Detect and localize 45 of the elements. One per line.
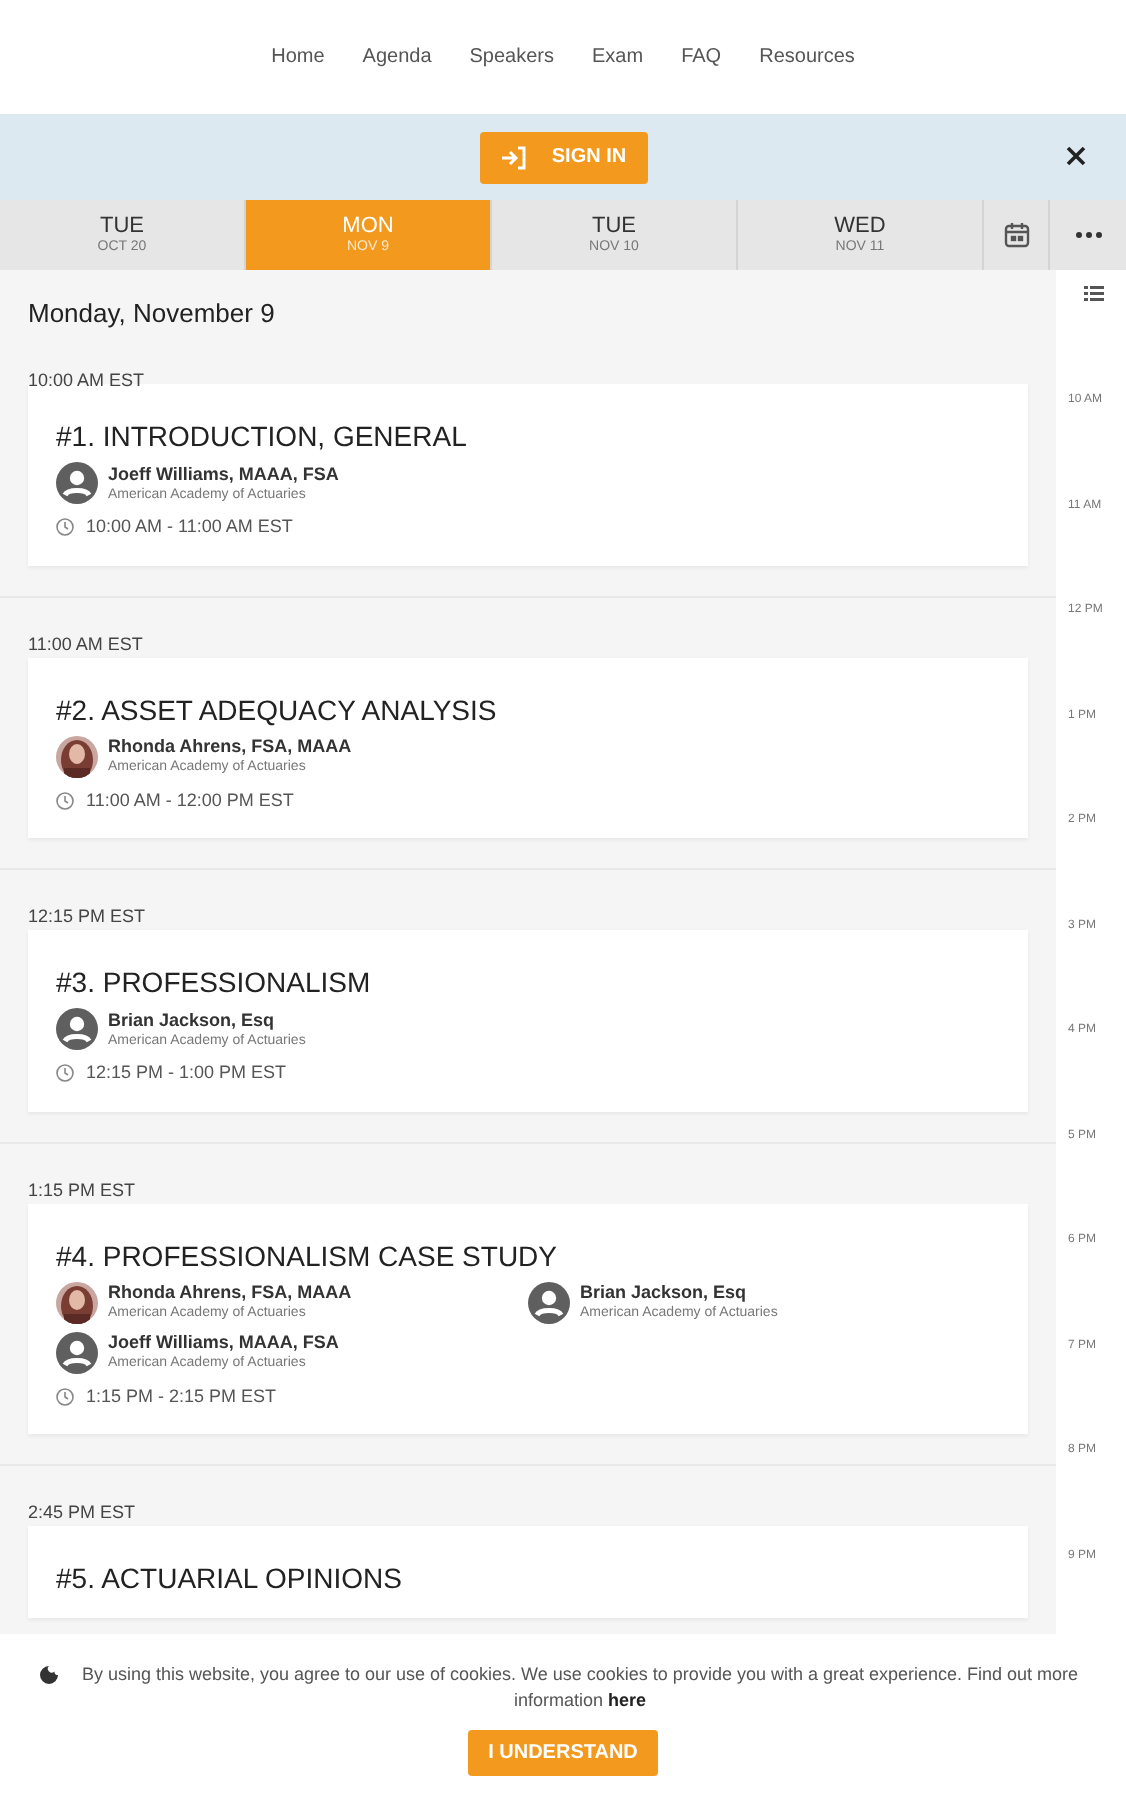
time-label: 10:00 AM EST (28, 370, 145, 390)
session-time: 11:00 AM - 12:00 PM EST (86, 787, 294, 813)
session-card[interactable]: #5. ACTUARIAL OPINIONS (28, 1526, 1028, 1618)
speaker-name[interactable]: Joeff Williams, MAAA, FSA (108, 1332, 339, 1354)
avatar-icon (56, 1331, 98, 1373)
more-info-link[interactable]: here (608, 1690, 647, 1710)
speaker-name[interactable]: Joeff Williams, MAAA, FSA (108, 463, 339, 485)
session-time: 10:00 AM - 11:00 AM EST (86, 514, 293, 540)
nav-link[interactable]: Exam (592, 42, 644, 72)
speaker-name[interactable]: Rhonda Ahrens, FSA, MAAA (108, 736, 352, 758)
nav-link[interactable]: Agenda (362, 42, 432, 72)
nav-link[interactable]: Resources (759, 42, 855, 72)
session-title: #3. PROFESSIONALISM (56, 966, 371, 998)
close-icon[interactable] (1066, 146, 1086, 166)
session-time: 1:15 PM - 2:15 PM EST (86, 1383, 277, 1409)
time-label: 11:00 AM EST (28, 633, 143, 653)
nav-link[interactable]: Speakers (469, 42, 555, 72)
clock-icon (56, 518, 74, 537)
time-label: 1:15 PM EST (28, 1179, 136, 1199)
cookie-icon (40, 1666, 58, 1684)
nav-link[interactable]: Home (271, 42, 325, 72)
list-icon[interactable] (1084, 286, 1104, 302)
sign-in-icon (499, 145, 528, 169)
session-card[interactable] (28, 1203, 1028, 1434)
session-title: #2. ASSET ADEQUACY ANALYSIS (56, 693, 497, 725)
avatar-icon (528, 1281, 570, 1323)
speaker-name[interactable]: Rhonda Ahrens, FSA, MAAA (108, 1282, 352, 1304)
avatar-icon (56, 462, 98, 504)
speaker-name[interactable]: Brian Jackson, Esq (108, 1009, 306, 1031)
session-title: #1. INTRODUCTION, GENERAL (56, 420, 467, 452)
session-title: #5. ACTUARIAL OPINIONS (56, 1562, 402, 1594)
speaker-name[interactable]: Brian Jackson, Esq (580, 1282, 778, 1304)
session-title: #4. PROFESSIONALISM CASE STUDY (56, 1239, 558, 1271)
session-time: 12:15 PM - 1:00 PM EST (86, 1060, 287, 1086)
more-icon[interactable] (1075, 232, 1101, 238)
date-heading: Monday, November 9 (26, 296, 277, 332)
clock-icon (56, 1064, 74, 1083)
clock-icon (56, 1387, 74, 1406)
time-label: 12:15 PM EST (28, 906, 146, 926)
avatar-icon (56, 1008, 98, 1050)
nav-link[interactable]: FAQ (681, 42, 722, 72)
clock-icon (56, 791, 74, 810)
time-label: 2:45 PM EST (28, 1502, 136, 1522)
calendar-icon[interactable] (1003, 222, 1029, 248)
cookie-notice: By using this website, you agree to our use of cookies. We use cookies to provide you with a great experience. Find out more information here (79, 1662, 1081, 1714)
